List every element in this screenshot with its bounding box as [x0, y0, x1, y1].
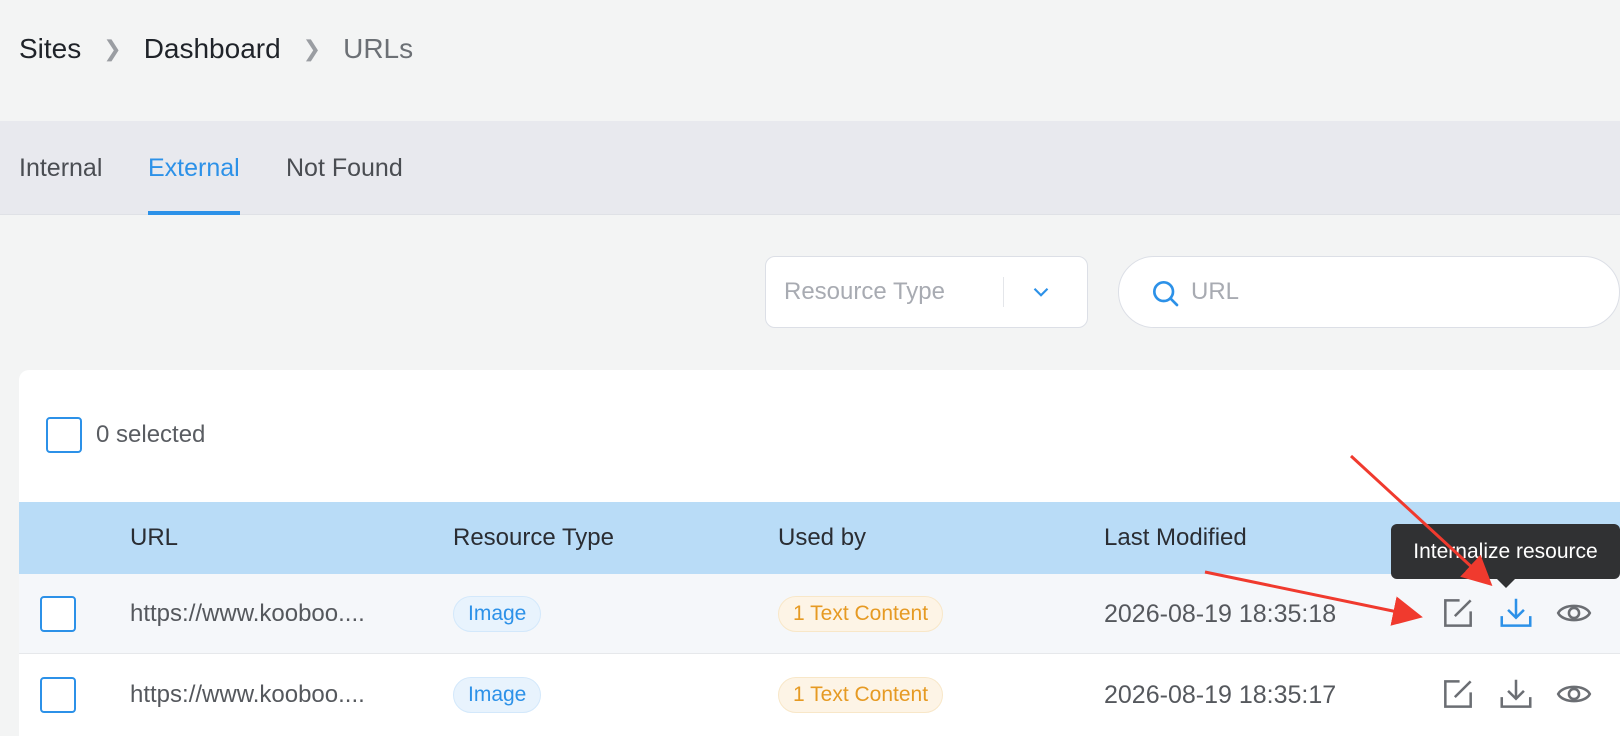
tab-not-found[interactable]: Not Found — [286, 121, 403, 215]
row-url[interactable]: https://www.kooboo.... — [130, 574, 420, 654]
column-header-last-modified: Last Modified — [1104, 524, 1247, 551]
chevron-down-icon — [1033, 287, 1049, 297]
breadcrumb-urls: URLs — [343, 33, 414, 64]
download-icon[interactable] — [1497, 675, 1535, 713]
resource-type-tag: Image — [453, 596, 542, 632]
tab-internal[interactable]: Internal — [19, 121, 102, 215]
edit-icon[interactable] — [1439, 675, 1477, 713]
tab-external[interactable]: External — [148, 121, 240, 215]
column-header-used-by: Used by — [778, 524, 867, 551]
chevron-right-icon: ❯ — [103, 36, 122, 61]
search-icon — [1153, 281, 1179, 307]
row-last-modified: 2026-08-19 18:35:17 — [1104, 681, 1337, 709]
select-divider — [1003, 277, 1004, 307]
url-search-input[interactable]: URL — [1118, 256, 1620, 328]
resource-type-select[interactable]: Resource Type — [765, 256, 1088, 328]
selection-bar: 0 selected — [46, 417, 205, 453]
search-placeholder: URL — [1191, 278, 1240, 305]
row-checkbox[interactable] — [40, 677, 76, 713]
table-row: https://www.kooboo.... Image 1 Text Cont… — [19, 574, 1620, 654]
internalize-tooltip: Internalize resource — [1391, 524, 1620, 588]
download-icon[interactable] — [1497, 594, 1535, 632]
column-header-resource-type: Resource Type — [453, 524, 614, 551]
row-url[interactable]: https://www.kooboo.... — [130, 655, 420, 735]
edit-icon[interactable] — [1439, 594, 1477, 632]
breadcrumb: Sites ❯ Dashboard ❯ URLs — [19, 33, 413, 65]
column-header-url: URL — [130, 524, 179, 551]
resource-type-tag: Image — [453, 677, 542, 713]
breadcrumb-dashboard[interactable]: Dashboard — [144, 33, 281, 65]
table-header: URL Resource Type Used by Last Modified — [19, 502, 1620, 574]
table-row: https://www.kooboo.... Image 1 Text Cont… — [19, 655, 1620, 735]
chevron-right-icon: ❯ — [302, 36, 322, 61]
selected-count: 0 selected — [96, 421, 206, 448]
eye-icon[interactable] — [1555, 594, 1593, 632]
row-checkbox[interactable] — [40, 596, 76, 632]
used-by-tag[interactable]: 1 Text Content — [778, 677, 944, 713]
page-header: Sites ❯ Dashboard ❯ URLs — [0, 0, 1620, 120]
used-by-tag[interactable]: 1 Text Content — [778, 596, 944, 632]
tab-bar: Internal External Not Found — [0, 121, 1620, 215]
row-last-modified: 2026-08-19 18:35:18 — [1104, 600, 1337, 628]
select-all-checkbox[interactable] — [46, 417, 82, 453]
eye-icon[interactable] — [1555, 675, 1593, 713]
resource-type-placeholder: Resource Type — [784, 278, 945, 305]
breadcrumb-sites[interactable]: Sites — [19, 33, 81, 65]
